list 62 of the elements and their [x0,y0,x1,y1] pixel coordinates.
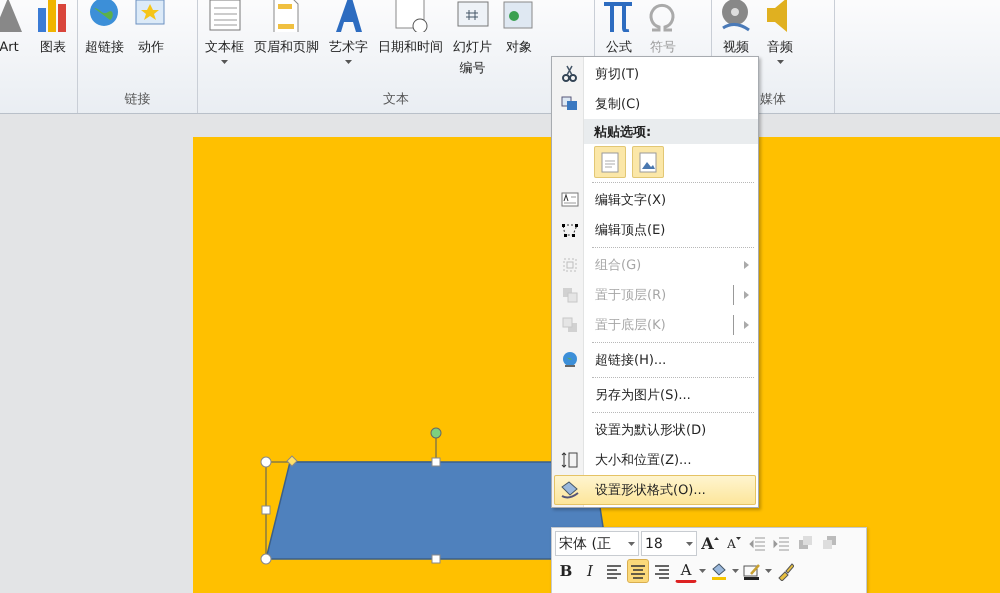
scissors-icon [561,65,579,83]
clipboard-icon [601,151,619,173]
menu-item[interactable]: 编辑顶点(E) [554,215,756,245]
font-name-field[interactable]: 宋体 (正 [555,531,639,556]
ribbon-button[interactable]: 幻灯片 编号 [450,0,495,89]
picture-icon [639,151,657,173]
resize-handle[interactable] [432,554,440,564]
stack-icon [561,286,579,304]
ribbon-button[interactable]: 文本框 [202,0,247,89]
caret-icon [699,569,706,573]
resize-icon [561,451,579,469]
paste-picture-button[interactable] [632,146,664,178]
text-box-icon [561,191,579,209]
menu-item[interactable]: 编辑文字(X) [554,185,756,215]
down-arrow-icon [736,536,741,540]
font-size-field[interactable]: 18 [641,531,697,556]
ribbon-button[interactable]: 超链接 [82,0,127,89]
text-box-icon [208,0,242,32]
menu-header: 粘贴选项: [584,119,758,144]
menu-item[interactable]: 大小和位置(Z)... [554,445,756,475]
paste-keep-text-button[interactable] [594,146,626,178]
menu-item[interactable]: 设置形状格式(O)... [554,475,756,505]
group-icon [561,256,579,274]
grow-font-button[interactable]: A [699,532,721,556]
stack-icon [561,316,579,334]
resize-handle[interactable] [432,458,440,466]
points-icon [561,221,579,239]
caret-icon [732,569,739,573]
shrink-font-button[interactable]: A [723,532,745,556]
group-label: 媒体 [760,91,786,109]
paint-bucket-icon [561,481,579,499]
resize-handle[interactable] [260,554,272,564]
globe-icon [561,351,579,369]
paint-bucket-icon [710,562,728,580]
caret-icon [686,542,693,546]
rotation-handle[interactable] [430,428,442,438]
resize-handle[interactable] [262,506,270,514]
ribbon-button[interactable]: 图表 [33,0,73,89]
ribbon-button[interactable]: 艺术字 [326,0,371,89]
menu-item[interactable]: 超链接(H)... [554,345,756,375]
pencil-icon [743,562,761,580]
ribbon-button[interactable]: 动作 [131,0,171,89]
ribbon-button[interactable]: 页眉和页脚 [251,0,322,89]
italic-button[interactable]: I [579,559,601,583]
bold-button[interactable]: B [555,559,577,583]
font-color-button[interactable]: A [675,559,697,583]
ribbon-button[interactable]: 日期和时间 [375,0,446,89]
align-center-button[interactable] [627,559,649,583]
caret-icon [765,569,772,573]
group-label: 链接 [124,91,150,109]
brush-icon [776,562,794,580]
menu-item[interactable]: 另存为图片(S)... [554,380,756,410]
up-arrow-icon [714,536,719,540]
caret-icon [628,542,635,546]
resize-handle[interactable] [260,456,272,468]
ribbon-button[interactable]: 对象 [499,0,539,89]
group-label: 文本 [383,91,409,109]
menu-item[interactable]: 设置为默认形状(D) [554,415,756,445]
menu-item[interactable]: 复制(C) [554,89,756,119]
ribbon-button[interactable]: 音频 [760,0,800,89]
adjust-handle[interactable] [286,455,298,467]
copy-icon [561,95,579,113]
